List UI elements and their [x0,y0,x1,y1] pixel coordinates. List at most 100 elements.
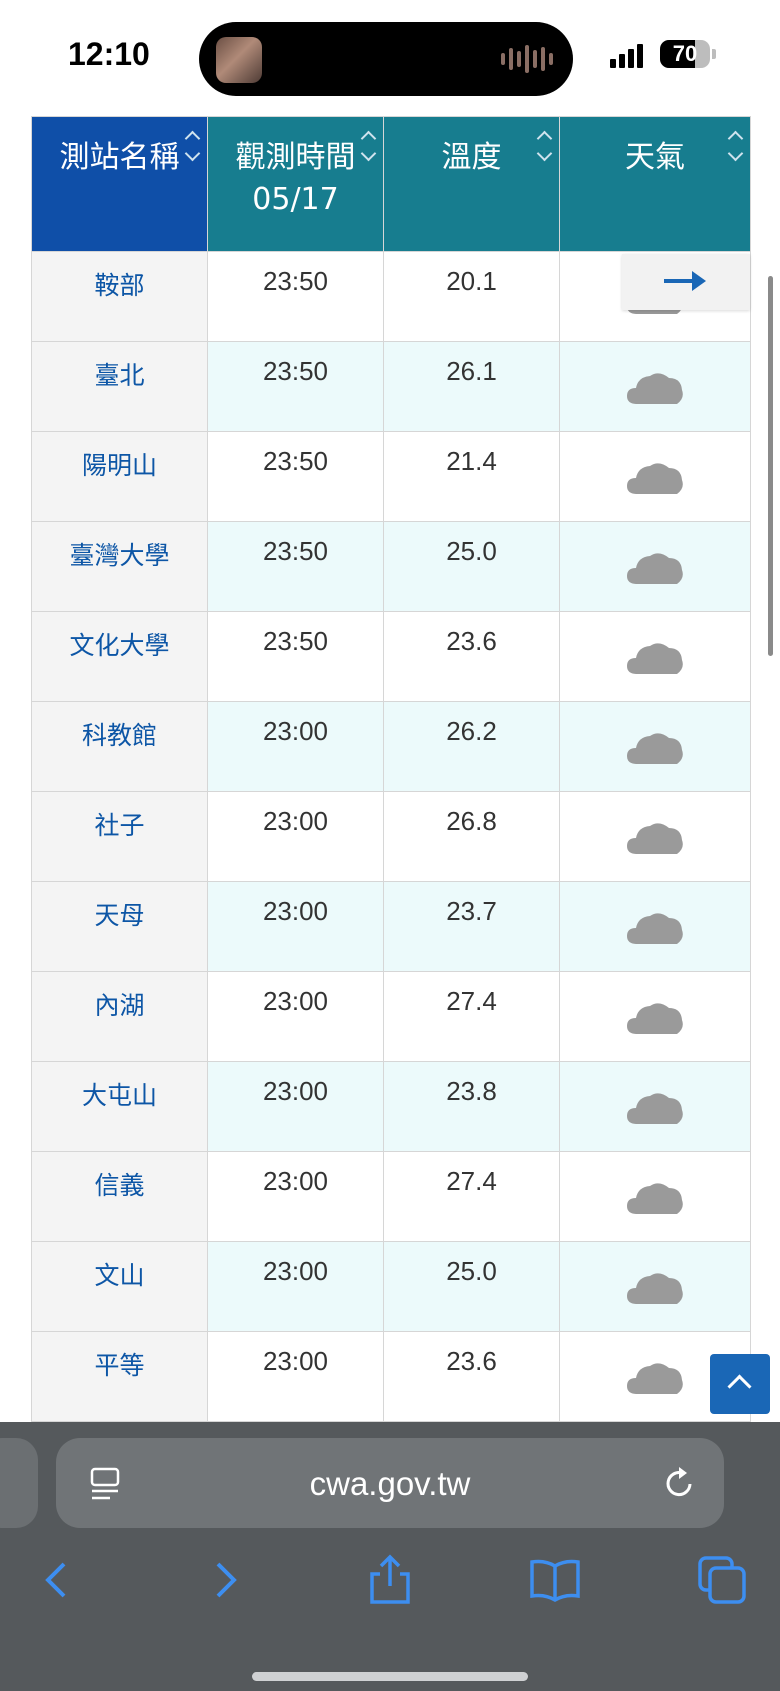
back-to-top-button[interactable] [710,1354,770,1414]
table-row: 陽明山 23:50 21.4 [31,431,751,522]
dynamic-island[interactable] [199,22,573,96]
weather-cell [559,1241,751,1332]
audio-waveform-icon [501,44,553,74]
cloud-icon [627,913,683,944]
temperature-value: 23.6 [383,611,560,702]
arrow-right-icon [664,271,706,291]
battery-tip [712,49,716,59]
station-name-link[interactable]: 陽明山 [31,431,208,522]
cloud-icon [627,553,683,584]
observation-time: 23:00 [207,1241,384,1332]
temperature-value: 26.1 [383,341,560,432]
table-row: 平等 23:00 23.6 [31,1331,751,1422]
table-row: 信義 23:00 27.4 [31,1151,751,1242]
station-name-link[interactable]: 大屯山 [31,1061,208,1152]
header-station-label: 測站名稱 [59,140,180,175]
cloud-icon [627,1183,683,1214]
observation-time: 23:00 [207,1151,384,1242]
previous-tab-preview[interactable] [0,1438,38,1528]
temperature-value: 20.1 [383,251,560,342]
header-temperature-label: 溫度 [441,140,502,175]
temperature-value: 21.4 [383,431,560,522]
station-name-link[interactable]: 臺北 [31,341,208,432]
header-date-label: 05/17 [252,182,339,217]
table-row: 社子 23:00 26.8 [31,791,751,882]
cloud-icon [627,1273,683,1304]
weather-cell [559,881,751,972]
station-name-link[interactable]: 文化大學 [31,611,208,702]
cloud-icon [627,643,683,674]
battery-icon: 70 [660,40,710,68]
header-time-label: 觀測時間 [235,140,356,175]
cellular-signal-icon [610,42,643,68]
observation-time: 23:50 [207,431,384,522]
sort-icon[interactable] [184,130,200,162]
weather-cell [559,521,751,612]
chevron-up-icon [727,1374,752,1399]
table-row: 文化大學 23:50 23.6 [31,611,751,702]
observation-time: 23:00 [207,791,384,882]
station-name-link[interactable]: 鞍部 [31,251,208,342]
scroll-indicator[interactable] [768,276,773,656]
weather-cell [559,431,751,522]
cloud-icon [627,1093,683,1124]
address-bar[interactable]: cwa.gov.tw [56,1438,724,1528]
cloud-icon [627,1003,683,1034]
sort-icon[interactable] [360,130,376,162]
header-observation-time[interactable]: 觀測時間 05/17 [207,116,384,252]
header-temperature[interactable]: 溫度 [383,116,560,252]
station-name-link[interactable]: 天母 [31,881,208,972]
cloud-icon [627,463,683,494]
station-name-link[interactable]: 臺灣大學 [31,521,208,612]
station-name-link[interactable]: 文山 [31,1241,208,1332]
observation-time: 23:00 [207,701,384,792]
temperature-value: 23.8 [383,1061,560,1152]
observation-time: 23:00 [207,881,384,972]
cloud-icon [627,373,683,404]
weather-cell [559,1151,751,1242]
station-name-link[interactable]: 平等 [31,1331,208,1422]
forward-icon[interactable] [198,1552,254,1608]
observation-table: 測站名稱 觀測時間 05/17 溫度 天氣 鞍部 23:50 20.1 臺北 2… [31,116,751,1422]
table-row: 大屯山 23:00 23.8 [31,1061,751,1152]
url-text[interactable]: cwa.gov.tw [56,1465,724,1503]
back-icon[interactable] [30,1552,86,1608]
share-icon[interactable] [362,1552,418,1608]
browser-chrome: cwa.gov.tw [0,1422,780,1691]
temperature-value: 27.4 [383,971,560,1062]
tabs-icon[interactable] [694,1552,750,1608]
observation-time: 23:00 [207,1331,384,1422]
sort-icon[interactable] [536,130,552,162]
temperature-value: 27.4 [383,1151,560,1242]
header-weather[interactable]: 天氣 [559,116,751,252]
scroll-hint-button[interactable] [622,254,750,310]
station-name-link[interactable]: 內湖 [31,971,208,1062]
header-weather-label: 天氣 [625,140,685,175]
cloud-icon [627,1363,683,1394]
table-row: 文山 23:00 25.0 [31,1241,751,1332]
station-name-link[interactable]: 社子 [31,791,208,882]
table-row: 科教館 23:00 26.2 [31,701,751,792]
home-indicator [252,1672,528,1681]
observation-time: 23:50 [207,611,384,702]
observation-time: 23:00 [207,1061,384,1152]
observation-time: 23:50 [207,341,384,432]
temperature-value: 25.0 [383,521,560,612]
table-body: 鞍部 23:50 20.1 臺北 23:50 26.1 陽明山 23:50 21… [31,251,751,1422]
cloud-icon [627,733,683,764]
weather-cell [559,701,751,792]
table-header-row: 測站名稱 觀測時間 05/17 溫度 天氣 [31,116,751,252]
bookmarks-icon[interactable] [527,1552,583,1608]
station-name-link[interactable]: 信義 [31,1151,208,1242]
observation-time: 23:50 [207,521,384,612]
temperature-value: 26.2 [383,701,560,792]
battery-percent: 70 [672,41,698,66]
status-time: 12:10 [68,36,150,72]
reload-icon[interactable] [660,1464,698,1502]
header-station-name[interactable]: 測站名稱 [31,116,208,252]
table-row: 臺北 23:50 26.1 [31,341,751,432]
station-name-link[interactable]: 科教館 [31,701,208,792]
weather-cell [559,611,751,702]
temperature-value: 26.8 [383,791,560,882]
sort-icon[interactable] [727,130,743,162]
